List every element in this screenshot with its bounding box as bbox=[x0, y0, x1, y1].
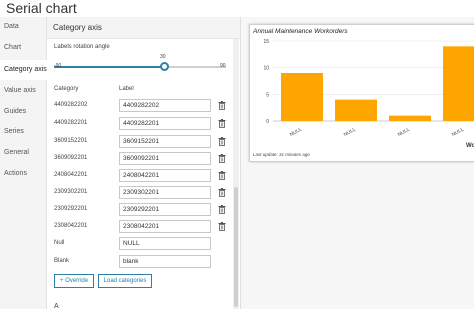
nav-item-general[interactable]: General bbox=[0, 143, 47, 163]
x-tick-label: NULL bbox=[343, 126, 357, 138]
bar bbox=[389, 115, 431, 121]
window-title: Serial chart bbox=[6, 0, 77, 16]
row-category: 3609152201 bbox=[54, 138, 88, 144]
left-nav: Data Chart Category axis Value axis Guid… bbox=[0, 17, 47, 309]
rotation-slider-fill bbox=[54, 66, 166, 68]
nav-item-chart[interactable]: Chart bbox=[0, 38, 47, 58]
x-tick-label: NULL bbox=[289, 126, 303, 138]
row-category: 3609092201 bbox=[54, 155, 88, 161]
row-label-input[interactable]: 3609152201 bbox=[119, 135, 211, 148]
row-label-input[interactable]: 2309292201 bbox=[119, 203, 211, 216]
trash-icon[interactable] bbox=[218, 205, 226, 214]
row-label-input[interactable]: 3609092201 bbox=[119, 152, 211, 165]
bar bbox=[335, 99, 377, 121]
x-tick-label: NULL bbox=[397, 126, 411, 138]
settings-panel: Category axis Labels rotation angle 30 -… bbox=[47, 17, 240, 310]
rotation-value: 30 bbox=[160, 54, 166, 60]
load-categories-button[interactable]: Load categories bbox=[98, 274, 152, 288]
nav-item-category-axis[interactable]: Category axis bbox=[0, 60, 47, 80]
row-category: 2408042201 bbox=[54, 172, 88, 178]
trash-icon[interactable] bbox=[218, 188, 226, 197]
row-label-input[interactable]: 2408042201 bbox=[119, 169, 211, 182]
row-label-input[interactable]: 4409282201 bbox=[119, 117, 211, 130]
x-axis-title: Worke bbox=[466, 143, 474, 149]
panel-scrollbar[interactable] bbox=[233, 39, 239, 309]
trash-icon[interactable] bbox=[218, 137, 226, 146]
row-label-input[interactable]: 4409282202 bbox=[119, 99, 211, 112]
last-update-note: Last update: 31 minutes ago bbox=[253, 152, 310, 157]
trash-icon[interactable] bbox=[218, 171, 226, 180]
bar bbox=[281, 73, 323, 121]
trash-icon[interactable] bbox=[218, 222, 226, 231]
trash-icon[interactable] bbox=[218, 119, 226, 128]
row-label-input[interactable]: 2309302201 bbox=[119, 186, 211, 199]
chart-card: Annual Maintenance Workorders 0 5 10 15 NULL… bbox=[249, 24, 474, 162]
column-header-label: Label bbox=[119, 86, 134, 92]
trash-icon[interactable] bbox=[218, 154, 226, 163]
row-label-input[interactable]: blank bbox=[119, 255, 211, 268]
row-category: Blank bbox=[54, 258, 70, 264]
y-tick-label: 10 bbox=[263, 66, 269, 72]
row-category: 2308042201 bbox=[54, 223, 88, 229]
nav-item-series[interactable]: Series bbox=[0, 122, 47, 142]
nav-item-value-axis[interactable]: Value axis bbox=[0, 81, 47, 101]
chart-title: Annual Maintenance Workorders bbox=[253, 28, 348, 35]
column-header-category: Category bbox=[54, 86, 79, 92]
scrollbar-thumb[interactable] bbox=[234, 187, 238, 307]
nav-item-actions[interactable]: Actions bbox=[0, 164, 47, 184]
row-category: 2309292201 bbox=[54, 206, 88, 212]
rotation-max-label: 90 bbox=[220, 63, 226, 69]
row-category: 4409282201 bbox=[54, 120, 88, 126]
row-label-input[interactable]: 2308042201 bbox=[119, 220, 211, 233]
rotation-min-label: -90 bbox=[54, 63, 62, 69]
y-tick-label: 0 bbox=[266, 119, 269, 125]
x-tick-label: NULL bbox=[451, 126, 465, 138]
trash-icon[interactable] bbox=[218, 101, 226, 110]
row-category: 4409282202 bbox=[54, 102, 88, 108]
nav-item-data[interactable]: Data bbox=[0, 17, 47, 37]
panel-title: Category axis bbox=[53, 23, 102, 32]
title-bar: Serial chart bbox=[0, 0, 474, 17]
row-category: 2309302201 bbox=[54, 189, 88, 195]
y-tick-label: 5 bbox=[266, 92, 269, 98]
override-button[interactable]: + Override bbox=[54, 274, 94, 288]
bar bbox=[443, 46, 474, 122]
rotation-label: Labels rotation angle bbox=[54, 44, 110, 50]
y-tick-label: 15 bbox=[263, 39, 269, 45]
bar-chart: 051015NULLNULLNULLNULLWorke bbox=[263, 39, 474, 149]
panel-header: Category axis bbox=[47, 17, 240, 39]
preview-area: Annual Maintenance Workorders 0 5 10 15 NULL… bbox=[241, 17, 474, 309]
rotation-slider-handle[interactable] bbox=[160, 62, 169, 71]
row-label-input[interactable]: NULL bbox=[119, 237, 211, 250]
nav-item-guides[interactable]: Guides bbox=[0, 102, 47, 122]
row-category: Null bbox=[54, 240, 65, 246]
